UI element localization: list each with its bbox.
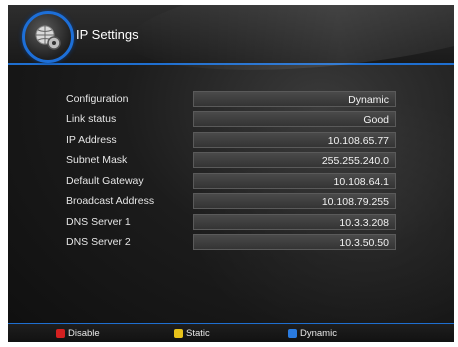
setting-row-link-status[interactable]: Link status Good bbox=[8, 111, 454, 129]
setting-row-dns-server-2[interactable]: DNS Server 2 10.3.50.50 bbox=[8, 234, 454, 252]
static-button[interactable]: Static bbox=[174, 328, 210, 340]
setting-label: IP Address bbox=[66, 134, 117, 146]
setting-label: DNS Server 1 bbox=[66, 216, 131, 228]
setting-value[interactable]: 10.108.65.77 bbox=[193, 132, 396, 148]
setting-row-broadcast-address[interactable]: Broadcast Address 10.108.79.255 bbox=[8, 193, 454, 211]
ip-settings-screen: IP Settings Configuration Dynamic Link s… bbox=[8, 5, 454, 342]
setting-value[interactable]: 10.3.3.208 bbox=[193, 214, 396, 230]
blue-key-icon bbox=[288, 329, 297, 338]
setting-value[interactable]: 10.3.50.50 bbox=[193, 234, 396, 250]
disable-button[interactable]: Disable bbox=[56, 328, 100, 340]
setting-value[interactable]: 255.255.240.0 bbox=[193, 152, 396, 168]
setting-row-configuration[interactable]: Configuration Dynamic bbox=[8, 91, 454, 109]
setting-row-dns-server-1[interactable]: DNS Server 1 10.3.3.208 bbox=[8, 214, 454, 232]
setting-label: Default Gateway bbox=[66, 175, 144, 187]
setting-row-ip-address[interactable]: IP Address 10.108.65.77 bbox=[8, 132, 454, 150]
dynamic-button[interactable]: Dynamic bbox=[288, 328, 337, 340]
setting-label: Broadcast Address bbox=[66, 195, 155, 207]
setting-label: Subnet Mask bbox=[66, 154, 128, 166]
dynamic-label: Dynamic bbox=[300, 328, 337, 339]
static-label: Static bbox=[186, 328, 210, 339]
setting-label: Configuration bbox=[66, 93, 129, 105]
network-settings-icon bbox=[22, 11, 74, 63]
yellow-key-icon bbox=[174, 329, 183, 338]
setting-row-subnet-mask[interactable]: Subnet Mask 255.255.240.0 bbox=[8, 152, 454, 170]
header-bar: IP Settings bbox=[8, 5, 454, 87]
footer-bar: Disable Static Dynamic bbox=[8, 323, 454, 342]
disable-label: Disable bbox=[68, 328, 100, 339]
setting-label: DNS Server 2 bbox=[66, 236, 131, 248]
setting-label: Link status bbox=[66, 113, 117, 125]
setting-value[interactable]: 10.108.79.255 bbox=[193, 193, 396, 209]
red-key-icon bbox=[56, 329, 65, 338]
setting-value[interactable]: Dynamic bbox=[193, 91, 396, 107]
page-title: IP Settings bbox=[76, 27, 139, 42]
setting-value[interactable]: Good bbox=[193, 111, 396, 127]
header-swoosh bbox=[124, 5, 454, 87]
setting-row-default-gateway[interactable]: Default Gateway 10.108.64.1 bbox=[8, 173, 454, 191]
setting-value[interactable]: 10.108.64.1 bbox=[193, 173, 396, 189]
